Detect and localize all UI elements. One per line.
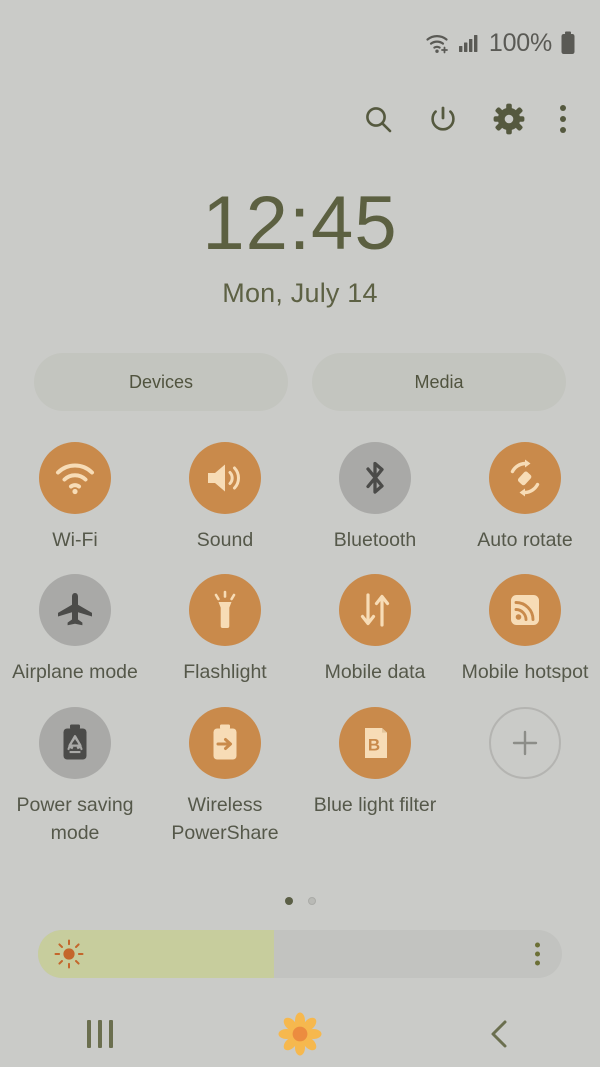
clock-time: 12:45 (202, 181, 398, 266)
toggle-label: Wi-Fi (52, 529, 98, 551)
toggle-label: Bluetooth (333, 529, 417, 551)
search-icon[interactable] (363, 104, 393, 134)
wifi-icon (39, 442, 111, 514)
battery-full-icon (560, 31, 576, 55)
brightness-slider[interactable] (38, 930, 562, 978)
mobile-data-icon (339, 574, 411, 647)
svg-text:B: B (368, 735, 380, 754)
toggle-label: Mobile data (324, 661, 426, 684)
airplane-icon (39, 574, 111, 647)
brightness-track[interactable] (38, 930, 562, 978)
navigation-bar (0, 1000, 600, 1067)
power-icon[interactable] (428, 104, 458, 134)
add-toggle-button[interactable] (450, 706, 600, 848)
gear-icon[interactable] (493, 103, 525, 135)
status-bar: 100% (0, 0, 600, 86)
toggle-label: Airplane mode (12, 661, 138, 684)
toggle-mobile-hotspot[interactable]: Mobile hotspot (450, 574, 600, 686)
back-icon[interactable] (440, 1000, 560, 1067)
clock-area: 12:45 Mon, July 14 (0, 186, 600, 309)
cellular-signal-icon (458, 33, 480, 53)
brightness-sun-icon (54, 939, 84, 974)
toggle-label: Wireless PowerShare (171, 793, 279, 844)
home-flower-icon[interactable] (240, 1000, 360, 1067)
toggle-wifi[interactable]: Wi-Fi (0, 442, 150, 554)
toggle-label: Blue light filter (313, 793, 437, 816)
panel-shortcut-row: Devices Media (34, 353, 566, 411)
bluetooth-icon (339, 442, 411, 514)
wifi-status-icon (425, 32, 451, 54)
devices-button[interactable]: Devices (34, 353, 288, 411)
page-indicator (0, 897, 600, 905)
toggle-sound[interactable]: Sound (150, 442, 300, 554)
power-share-icon (189, 706, 261, 779)
page-dot-inactive[interactable] (307, 897, 316, 905)
quick-settings-panel: 100% 12:45 Mon, July 14 Devices Media Wi… (0, 0, 600, 1067)
toggle-mobile-data[interactable]: Mobile data (300, 574, 450, 686)
toggle-label: Mobile hotspot (461, 661, 589, 684)
mobile-hotspot-icon (489, 574, 561, 647)
battery-percentage: 100% (488, 28, 552, 57)
sound-icon (189, 442, 261, 514)
toggle-bluetooth[interactable]: Bluetooth (300, 442, 450, 554)
toggle-label: Flashlight (183, 661, 267, 684)
toggle-airplane-mode[interactable]: Airplane mode (0, 574, 150, 686)
toggle-auto-rotate[interactable]: Auto rotate (450, 442, 600, 554)
toggle-flashlight[interactable]: Flashlight (150, 574, 300, 686)
toggle-label: Sound (196, 529, 254, 551)
add-icon (489, 706, 561, 779)
page-dot-active[interactable] (284, 897, 293, 905)
more-vertical-icon[interactable] (560, 105, 566, 133)
clock-date: Mon, July 14 (222, 278, 378, 308)
toggle-blue-light-filter[interactable]: B Blue light filter (300, 706, 450, 848)
header-icon-bar (0, 90, 600, 148)
flashlight-icon (189, 574, 261, 647)
power-saving-icon (39, 706, 111, 779)
brightness-more-icon[interactable] (535, 942, 540, 966)
toggle-label: Auto rotate (477, 529, 573, 551)
recents-icon[interactable] (40, 1000, 160, 1067)
media-button[interactable]: Media (312, 353, 566, 411)
quick-toggle-grid: Wi-Fi Sound Bluetooth Auto rotate Airpla… (0, 442, 600, 847)
auto-rotate-icon (489, 442, 561, 514)
toggle-wireless-powershare[interactable]: Wireless PowerShare (150, 706, 300, 848)
toggle-power-saving-mode[interactable]: Power saving mode (0, 706, 150, 848)
toggle-label: Power saving mode (16, 793, 134, 844)
blue-light-icon: B (339, 706, 411, 779)
